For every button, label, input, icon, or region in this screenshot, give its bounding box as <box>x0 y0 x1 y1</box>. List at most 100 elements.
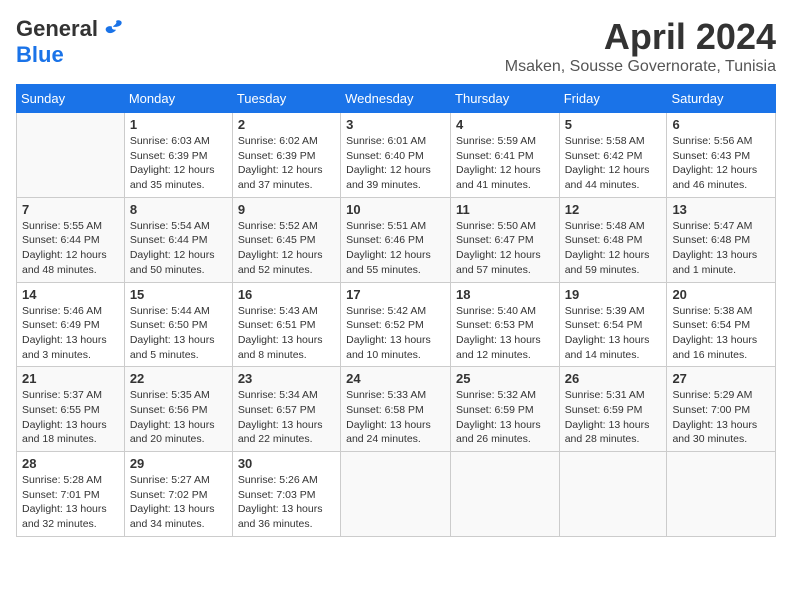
day-number: 13 <box>672 202 770 217</box>
calendar-week-2: 7 Sunrise: 5:55 AMSunset: 6:44 PMDaylight… <box>17 197 776 282</box>
day-info: Sunrise: 6:01 AMSunset: 6:40 PMDaylight:… <box>346 134 445 193</box>
day-info: Sunrise: 5:43 AMSunset: 6:51 PMDaylight:… <box>238 304 335 363</box>
page-header: General Blue April 2024 Msaken, Sousse G… <box>16 16 776 76</box>
day-info: Sunrise: 5:35 AMSunset: 6:56 PMDaylight:… <box>130 388 227 447</box>
weekday-header-tuesday: Tuesday <box>232 85 340 113</box>
day-number: 11 <box>456 202 554 217</box>
day-info: Sunrise: 5:55 AMSunset: 6:44 PMDaylight:… <box>22 219 119 278</box>
calendar-cell: 5 Sunrise: 5:58 AMSunset: 6:42 PMDaylight… <box>559 113 667 198</box>
day-info: Sunrise: 5:58 AMSunset: 6:42 PMDaylight:… <box>565 134 662 193</box>
day-number: 17 <box>346 287 445 302</box>
day-number: 25 <box>456 371 554 386</box>
calendar-cell: 15Sunrise: 5:44 AMSunset: 6:50 PMDayligh… <box>124 282 232 367</box>
day-info: Sunrise: 5:29 AMSunset: 7:00 PMDaylight:… <box>672 388 770 447</box>
day-number: 14 <box>22 287 119 302</box>
calendar-cell <box>451 452 560 537</box>
calendar-cell <box>17 113 125 198</box>
day-number: 7 <box>22 202 119 217</box>
logo: General Blue <box>16 16 124 68</box>
day-info: Sunrise: 5:27 AMSunset: 7:02 PMDaylight:… <box>130 473 227 532</box>
day-number: 30 <box>238 456 335 471</box>
day-number: 27 <box>672 371 770 386</box>
calendar-cell: 1 Sunrise: 6:03 AMSunset: 6:39 PMDaylight… <box>124 113 232 198</box>
calendar-header-row: SundayMondayTuesdayWednesdayThursdayFrid… <box>17 85 776 113</box>
calendar-cell: 23 Sunrise: 5:34 AMSunset: 6:57 PMDayligh… <box>232 367 340 452</box>
day-number: 10 <box>346 202 445 217</box>
calendar-week-5: 28Sunrise: 5:28 AMSunset: 7:01 PMDayligh… <box>17 452 776 537</box>
day-info: Sunrise: 5:33 AMSunset: 6:58 PMDaylight:… <box>346 388 445 447</box>
calendar-cell: 6 Sunrise: 5:56 AMSunset: 6:43 PMDaylight… <box>667 113 776 198</box>
calendar-cell: 12 Sunrise: 5:48 AMSunset: 6:48 PMDayligh… <box>559 197 667 282</box>
day-number: 18 <box>456 287 554 302</box>
day-number: 8 <box>130 202 227 217</box>
day-info: Sunrise: 5:56 AMSunset: 6:43 PMDaylight:… <box>672 134 770 193</box>
calendar-cell: 30Sunrise: 5:26 AMSunset: 7:03 PMDayligh… <box>232 452 340 537</box>
day-number: 12 <box>565 202 662 217</box>
calendar-cell: 25 Sunrise: 5:32 AMSunset: 6:59 PMDayligh… <box>451 367 560 452</box>
day-number: 21 <box>22 371 119 386</box>
day-number: 15 <box>130 287 227 302</box>
day-info: Sunrise: 6:03 AMSunset: 6:39 PMDaylight:… <box>130 134 227 193</box>
calendar-cell: 16 Sunrise: 5:43 AMSunset: 6:51 PMDayligh… <box>232 282 340 367</box>
calendar-cell: 14Sunrise: 5:46 AMSunset: 6:49 PMDayligh… <box>17 282 125 367</box>
weekday-header-sunday: Sunday <box>17 85 125 113</box>
day-info: Sunrise: 5:42 AMSunset: 6:52 PMDaylight:… <box>346 304 445 363</box>
day-info: Sunrise: 5:37 AMSunset: 6:55 PMDaylight:… <box>22 388 119 447</box>
logo-bird-icon <box>100 17 124 41</box>
day-number: 29 <box>130 456 227 471</box>
day-number: 6 <box>672 117 770 132</box>
day-number: 5 <box>565 117 662 132</box>
title-section: April 2024 Msaken, Sousse Governorate, T… <box>505 16 776 76</box>
calendar-cell: 9Sunrise: 5:52 AMSunset: 6:45 PMDaylight… <box>232 197 340 282</box>
day-number: 4 <box>456 117 554 132</box>
calendar-cell: 7 Sunrise: 5:55 AMSunset: 6:44 PMDaylight… <box>17 197 125 282</box>
day-info: Sunrise: 5:31 AMSunset: 6:59 PMDaylight:… <box>565 388 662 447</box>
day-number: 19 <box>565 287 662 302</box>
calendar-cell: 28Sunrise: 5:28 AMSunset: 7:01 PMDayligh… <box>17 452 125 537</box>
calendar-cell: 13Sunrise: 5:47 AMSunset: 6:48 PMDayligh… <box>667 197 776 282</box>
location-text: Msaken, Sousse Governorate, Tunisia <box>505 58 776 76</box>
calendar-cell: 3Sunrise: 6:01 AMSunset: 6:40 PMDaylight… <box>341 113 451 198</box>
calendar-cell: 26Sunrise: 5:31 AMSunset: 6:59 PMDayligh… <box>559 367 667 452</box>
day-info: Sunrise: 5:51 AMSunset: 6:46 PMDaylight:… <box>346 219 445 278</box>
calendar-week-1: 1 Sunrise: 6:03 AMSunset: 6:39 PMDaylight… <box>17 113 776 198</box>
day-number: 1 <box>130 117 227 132</box>
calendar-cell: 8 Sunrise: 5:54 AMSunset: 6:44 PMDaylight… <box>124 197 232 282</box>
day-info: Sunrise: 5:54 AMSunset: 6:44 PMDaylight:… <box>130 219 227 278</box>
calendar-cell: 24 Sunrise: 5:33 AMSunset: 6:58 PMDayligh… <box>341 367 451 452</box>
calendar-week-4: 21 Sunrise: 5:37 AMSunset: 6:55 PMDayligh… <box>17 367 776 452</box>
day-number: 24 <box>346 371 445 386</box>
calendar-cell: 29 Sunrise: 5:27 AMSunset: 7:02 PMDayligh… <box>124 452 232 537</box>
logo-blue-text: Blue <box>16 42 64 67</box>
weekday-header-friday: Friday <box>559 85 667 113</box>
calendar-cell: 17 Sunrise: 5:42 AMSunset: 6:52 PMDayligh… <box>341 282 451 367</box>
calendar-cell <box>667 452 776 537</box>
calendar-cell: 19Sunrise: 5:39 AMSunset: 6:54 PMDayligh… <box>559 282 667 367</box>
calendar-week-3: 14Sunrise: 5:46 AMSunset: 6:49 PMDayligh… <box>17 282 776 367</box>
calendar-cell: 27 Sunrise: 5:29 AMSunset: 7:00 PMDayligh… <box>667 367 776 452</box>
day-info: Sunrise: 5:52 AMSunset: 6:45 PMDaylight:… <box>238 219 335 278</box>
day-number: 22 <box>130 371 227 386</box>
calendar-cell: 10 Sunrise: 5:51 AMSunset: 6:46 PMDayligh… <box>341 197 451 282</box>
weekday-header-saturday: Saturday <box>667 85 776 113</box>
month-title: April 2024 <box>505 16 776 58</box>
day-number: 16 <box>238 287 335 302</box>
calendar-cell: 11 Sunrise: 5:50 AMSunset: 6:47 PMDayligh… <box>451 197 560 282</box>
day-info: Sunrise: 5:32 AMSunset: 6:59 PMDaylight:… <box>456 388 554 447</box>
day-info: Sunrise: 5:50 AMSunset: 6:47 PMDaylight:… <box>456 219 554 278</box>
weekday-header-wednesday: Wednesday <box>341 85 451 113</box>
day-info: Sunrise: 6:02 AMSunset: 6:39 PMDaylight:… <box>238 134 335 193</box>
day-info: Sunrise: 5:59 AMSunset: 6:41 PMDaylight:… <box>456 134 554 193</box>
logo-general-text: General <box>16 16 98 42</box>
day-number: 23 <box>238 371 335 386</box>
day-info: Sunrise: 5:38 AMSunset: 6:54 PMDaylight:… <box>672 304 770 363</box>
weekday-header-monday: Monday <box>124 85 232 113</box>
calendar-cell <box>341 452 451 537</box>
calendar-cell: 20Sunrise: 5:38 AMSunset: 6:54 PMDayligh… <box>667 282 776 367</box>
day-info: Sunrise: 5:28 AMSunset: 7:01 PMDaylight:… <box>22 473 119 532</box>
day-info: Sunrise: 5:48 AMSunset: 6:48 PMDaylight:… <box>565 219 662 278</box>
calendar-cell: 21 Sunrise: 5:37 AMSunset: 6:55 PMDayligh… <box>17 367 125 452</box>
day-number: 2 <box>238 117 335 132</box>
day-info: Sunrise: 5:34 AMSunset: 6:57 PMDaylight:… <box>238 388 335 447</box>
calendar-cell: 4 Sunrise: 5:59 AMSunset: 6:41 PMDaylight… <box>451 113 560 198</box>
